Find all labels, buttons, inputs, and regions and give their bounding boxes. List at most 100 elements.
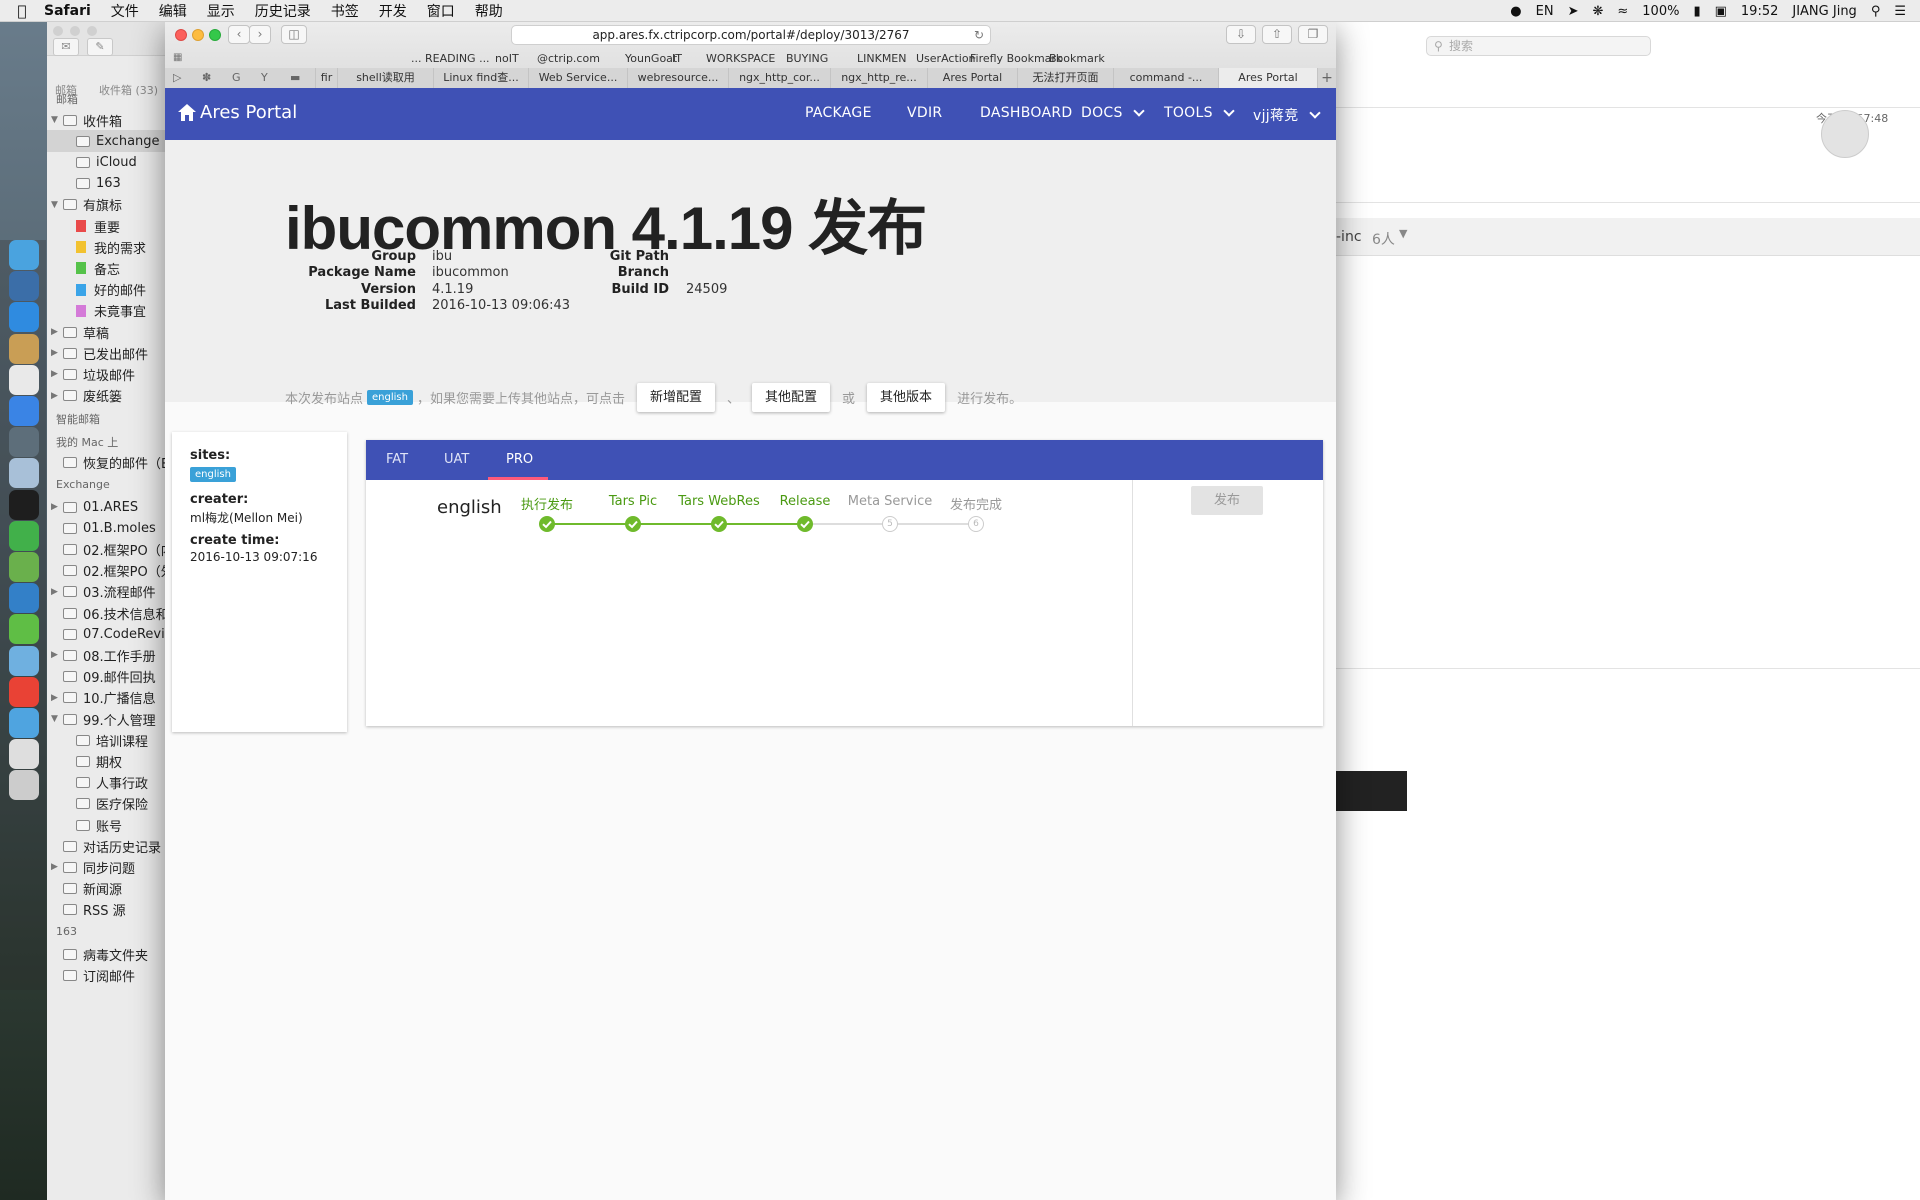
close-icon[interactable] (175, 29, 187, 41)
browser-tab[interactable]: 无法打开页面 (1017, 68, 1113, 88)
forward-icon[interactable]: › (249, 25, 271, 44)
mail-search-input[interactable]: ⚲ 搜索 (1426, 36, 1651, 56)
share-icon[interactable]: ⇧ (1262, 25, 1292, 44)
disclosure-triangle-icon[interactable]: ▶ (51, 502, 63, 512)
dock-app-icon[interactable] (9, 240, 39, 270)
user-name[interactable]: JIANG Jing (1792, 4, 1856, 19)
battery-percent[interactable]: 100% (1642, 4, 1679, 19)
dock-app-icon[interactable] (9, 552, 39, 582)
y-icon[interactable]: Y (261, 71, 268, 84)
browser-tab[interactable]: webresource... (627, 68, 728, 88)
apple-icon[interactable]:  (0, 2, 44, 20)
disclosure-triangle-icon[interactable]: ▶ (51, 369, 63, 379)
back-icon[interactable]: ‹ (228, 25, 250, 44)
menu-item-4[interactable]: 书签 (331, 1, 359, 21)
nav-item[interactable]: PACKAGE (805, 105, 872, 121)
menu-app-name[interactable]: Safari (44, 3, 91, 19)
dock-app-icon[interactable] (9, 676, 39, 707)
brand[interactable]: Ares Portal (178, 102, 297, 123)
bookmark-item[interactable]: Bookmark (1049, 52, 1105, 65)
dock-app-icon[interactable] (9, 489, 39, 520)
browser-tab[interactable]: shell读取用 (337, 68, 433, 88)
google-icon[interactable]: G (232, 71, 241, 84)
tab-pro[interactable]: PRO (506, 440, 533, 480)
dock-app-icon[interactable] (9, 614, 39, 645)
nav-item[interactable]: TOOLS (1164, 105, 1235, 121)
battery-icon[interactable]: ▮ (1693, 4, 1700, 19)
menu-item-6[interactable]: 窗口 (427, 1, 455, 21)
menu-item-0[interactable]: 文件 (111, 1, 139, 21)
add-config-button[interactable]: 新增配置 (636, 383, 715, 412)
dock-app-icon[interactable] (9, 583, 39, 614)
reload-icon[interactable]: ↻ (974, 26, 984, 44)
disclosure-triangle-icon[interactable]: ▶ (51, 327, 63, 337)
chat-member-count[interactable]: 6人 (1372, 229, 1395, 249)
dock-app-icon[interactable] (9, 333, 39, 364)
input-source[interactable]: EN (1536, 4, 1554, 19)
minimize-icon[interactable] (192, 29, 204, 41)
bookmark-item[interactable]: IT (672, 52, 682, 65)
bookmark-item[interactable]: noIT (495, 52, 519, 65)
bookmark-item[interactable]: LINKMEN (857, 52, 906, 65)
mail-compose-envelope-icon[interactable]: ✉ (53, 38, 79, 56)
favorites-inbox[interactable]: 收件箱 (33) (99, 82, 158, 98)
apps-grid-icon[interactable]: ▦ (173, 52, 182, 63)
browser-tab[interactable]: Ares Portal (927, 68, 1017, 88)
sidebar-icon[interactable]: ◫ (281, 25, 307, 44)
nav-item[interactable]: VDIR (907, 105, 942, 121)
browser-tab[interactable]: fir (315, 68, 337, 88)
notification-center-icon[interactable]: ☰ (1894, 4, 1906, 19)
dock-app-icon[interactable] (9, 458, 39, 489)
nav-item[interactable]: vjj蒋竞 (1253, 105, 1321, 125)
play-icon[interactable]: ▷ (173, 71, 181, 84)
wechat-status-icon[interactable]: ● (1510, 4, 1521, 19)
browser-tab[interactable]: ngx_http_re... (830, 68, 927, 88)
bookmark-item[interactable]: UserAction (916, 52, 976, 65)
zoom-icon[interactable] (209, 29, 221, 41)
clock[interactable]: 19:52 (1741, 4, 1778, 19)
tab-fat[interactable]: FAT (386, 440, 408, 480)
send-icon[interactable]: ➤ (1568, 4, 1579, 19)
dock-app-icon[interactable] (9, 302, 39, 333)
disclosure-triangle-icon[interactable]: ▼ (51, 200, 63, 210)
nav-item[interactable]: DOCS (1081, 105, 1145, 121)
dock-app-icon[interactable] (9, 739, 39, 770)
dock-app-icon[interactable] (9, 770, 39, 801)
browser-tab[interactable]: Linux find查... (433, 68, 528, 88)
disclosure-triangle-icon[interactable]: ▶ (51, 862, 63, 872)
disclosure-triangle-icon[interactable]: ▶ (51, 348, 63, 358)
disclosure-triangle-icon[interactable]: ▼ (51, 714, 63, 724)
paw-icon[interactable]: ✽ (202, 71, 211, 84)
mail-new-message-icon[interactable]: ✎ (87, 38, 113, 56)
disclosure-triangle-icon[interactable]: ▶ (51, 650, 63, 660)
browser-tab[interactable]: command -... (1113, 68, 1218, 88)
disclosure-triangle-icon[interactable]: ▶ (51, 391, 63, 401)
disclosure-triangle-icon[interactable]: ▶ (51, 693, 63, 703)
tabs-overview-icon[interactable]: ❐ (1298, 25, 1328, 44)
menu-item-5[interactable]: 开发 (379, 1, 407, 21)
bookmark-item[interactable]: BUYING (786, 52, 828, 65)
dock-app-icon[interactable] (9, 427, 39, 458)
dock-app-icon[interactable] (9, 520, 39, 551)
spotlight-icon[interactable]: ⚲ (1871, 4, 1881, 19)
browser-tab[interactable]: ngx_http_cor... (728, 68, 830, 88)
browser-tab[interactable]: Web Service... (528, 68, 627, 88)
dock-app-icon[interactable] (9, 271, 39, 302)
bookmark-item[interactable]: WORKSPACE (706, 52, 775, 65)
dock-app-icon[interactable] (9, 396, 39, 426)
address-bar[interactable]: app.ares.fx.ctripcorp.com/portal#/deploy… (511, 25, 991, 45)
nav-item[interactable]: DASHBOARD (980, 105, 1072, 121)
tab-uat[interactable]: UAT (444, 440, 469, 480)
bookmark-item[interactable]: YounGoat (625, 52, 677, 65)
menu-item-2[interactable]: 显示 (207, 1, 235, 21)
bookmark-item[interactable]: @ctrip.com (537, 52, 600, 65)
dock-app-icon[interactable] (9, 708, 39, 738)
chevron-down-icon[interactable]: ▼ (1399, 227, 1407, 240)
disclosure-triangle-icon[interactable]: ▼ (51, 115, 63, 125)
publish-button[interactable]: 发布 (1191, 486, 1263, 515)
other-config-button[interactable]: 其他配置 (752, 383, 831, 412)
new-tab-icon[interactable]: + (1317, 68, 1336, 88)
dock-app-icon[interactable] (9, 645, 39, 676)
input-method-icon[interactable]: ▣ (1715, 4, 1727, 19)
bookmark-item[interactable]: ... READING ... (411, 52, 490, 65)
